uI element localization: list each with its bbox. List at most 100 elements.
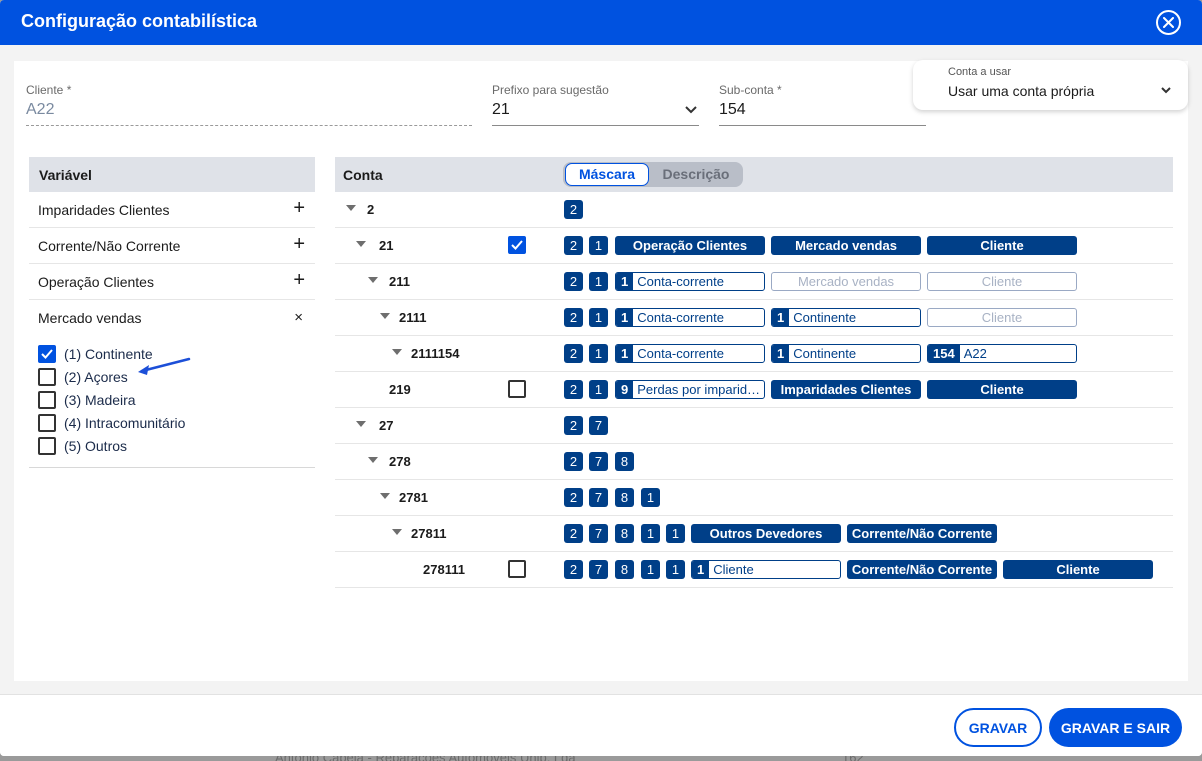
arrow-annotation-icon [138,357,191,375]
mask-segment-prefix: 1 [616,273,634,290]
accounts-header-title: Conta [343,167,383,183]
save-button[interactable]: GRAVAR [954,708,1042,747]
mask-digit-chip: 2 [564,308,583,327]
account-row[interactable]: 21 2 1 Operação Clientes Mercado vendas Clien… [335,228,1173,264]
mask-digit-chip: 8 [615,560,634,579]
mask-segment-text: Conta-corrente [637,346,724,361]
caret-down-icon[interactable] [380,493,390,499]
mask-segment-prefix: 1 [772,309,790,326]
caret-down-icon[interactable] [356,421,366,427]
variable-row[interactable]: Corrente/Não Corrente + [29,228,315,264]
mask-digit-chip: 7 [589,560,608,579]
mask-segment-text: Cliente [713,562,754,577]
account-code: 2 [367,202,375,217]
account-checkbox-checked[interactable] [508,236,526,254]
account-code: 21 [379,238,394,253]
mask-segment-prefix: 1 [692,561,710,578]
option-label: (3) Madeira [64,392,136,408]
add-variable-button[interactable]: + [293,234,305,254]
mask-digit-chip: 8 [615,452,634,471]
option-outros[interactable]: (5) Outros [38,437,127,455]
mask-digit-chip: 7 [589,524,608,543]
mask-segment-input[interactable]: 1 Cliente [691,560,841,579]
add-variable-button[interactable]: + [293,270,305,290]
account-checkbox[interactable] [508,560,526,578]
variable-row[interactable]: Operação Clientes + [29,264,315,300]
mask-digit-chip: 1 [641,560,660,579]
mask-segment-prefix: 1 [772,345,790,362]
conta-usar-select[interactable]: Conta a usar Usar uma conta própria [913,60,1188,110]
checkbox[interactable] [38,391,56,409]
account-row[interactable]: 2781 2 7 8 1 [335,480,1173,516]
caret-down-icon[interactable] [368,457,378,463]
account-code: 27811 [411,526,447,541]
option-acores[interactable]: (2) Açores [38,368,128,386]
option-intracomunitario[interactable]: (4) Intracomunitário [38,414,185,432]
mask-variable-chip: Cliente [927,236,1077,255]
mask-segment-input[interactable]: 1 Continente [771,308,921,327]
close-button[interactable] [1156,10,1181,35]
option-madeira[interactable]: (3) Madeira [38,391,136,409]
mask-variable-chip: Cliente [927,308,1077,327]
mask-digit-chip: 8 [615,524,634,543]
variable-label: Corrente/Não Corrente [38,238,181,254]
variable-row-expanded[interactable]: Mercado vendas × [29,300,315,336]
mask-segment-input[interactable]: 9 Perdas por imparid… [615,380,765,399]
caret-down-icon[interactable] [356,241,366,247]
mask-digit-chip: 2 [564,380,583,399]
add-variable-button[interactable]: + [293,198,305,218]
option-label: (5) Outros [64,438,128,454]
variables-panel: Variável Imparidades Clientes + Corrente… [29,157,315,680]
mask-segment-prefix: 1 [616,345,634,362]
caret-down-icon[interactable] [346,205,356,211]
account-row[interactable]: 2111 2 1 1 Conta-corrente 1 Continente Cliente [335,300,1173,336]
variable-row[interactable]: Imparidades Clientes + [29,192,315,228]
mask-variable-chip: Mercado vendas [771,236,921,255]
account-row[interactable]: 278 2 7 8 [335,444,1173,480]
mask-segment-input[interactable]: 1 Continente [771,344,921,363]
variable-label: Mercado vendas [38,310,142,326]
caret-down-icon[interactable] [368,277,378,283]
toggle-descricao[interactable]: Descrição [651,163,741,186]
chevron-down-icon [1161,87,1171,94]
toggle-mascara[interactable]: Máscara [565,163,649,186]
cliente-field[interactable]: Cliente * A22 [26,83,472,126]
caret-down-icon[interactable] [392,529,402,535]
conta-usar-value: Usar uma conta própria [948,83,1095,99]
account-row[interactable]: 219 2 1 9 Perdas por imparid… Imparidades Cli… [335,372,1173,408]
mask-variable-chip: Cliente [1003,560,1153,579]
account-code: 2111 [399,310,427,325]
subconta-field[interactable]: Sub-conta * 154 [719,83,926,126]
caret-down-icon[interactable] [392,349,402,355]
save-and-exit-button[interactable]: GRAVAR E SAIR [1049,708,1182,747]
prefixo-select[interactable]: Prefixo para sugestão 21 [492,83,699,126]
mask-digit-chip: 2 [564,524,583,543]
mask-segment-text: Perdas por imparid… [637,382,761,397]
mask-segment-input[interactable]: 1 Conta-corrente [615,272,765,291]
account-row[interactable]: 278111 2 7 8 1 1 1 Cliente Corrente/Não Corrente… [335,552,1173,588]
account-checkbox[interactable] [508,380,526,398]
account-row[interactable]: 2111154 2 1 1 Conta-corrente 1 Continente 154 A2… [335,336,1173,372]
checkbox-checked[interactable] [38,345,56,363]
mask-variable-chip: Operação Clientes [615,236,765,255]
account-row[interactable]: 27811 2 7 8 1 1 Outros Devedores Corrente/Não C… [335,516,1173,552]
mask-digit-chip: 1 [641,488,660,507]
dialog-title: Configuração contabilística [21,11,258,31]
mask-segment-input[interactable]: 154 A22 [927,344,1077,363]
mask-segment-input[interactable]: 1 Conta-corrente [615,308,765,327]
option-label: (4) Intracomunitário [64,415,186,431]
remove-variable-button[interactable]: × [294,309,303,326]
mask-segment-input[interactable]: 1 Conta-corrente [615,344,765,363]
prefixo-label: Prefixo para sugestão [492,83,609,97]
account-row[interactable]: 211 2 1 1 Conta-corrente Mercado vendas Client… [335,264,1173,300]
dialog-footer: GRAVAR GRAVAR E SAIR [0,694,1202,756]
mask-digit-chip: 7 [589,488,608,507]
checkbox[interactable] [38,414,56,432]
account-row[interactable]: 22 [335,192,1173,228]
mask-variable-chip: Cliente [927,380,1077,399]
checkbox[interactable] [38,437,56,455]
accounting-config-dialog: Configuração contabilística Cliente * A2… [0,0,1202,756]
account-row[interactable]: 27 2 7 [335,408,1173,444]
checkbox[interactable] [38,368,56,386]
caret-down-icon[interactable] [380,313,390,319]
